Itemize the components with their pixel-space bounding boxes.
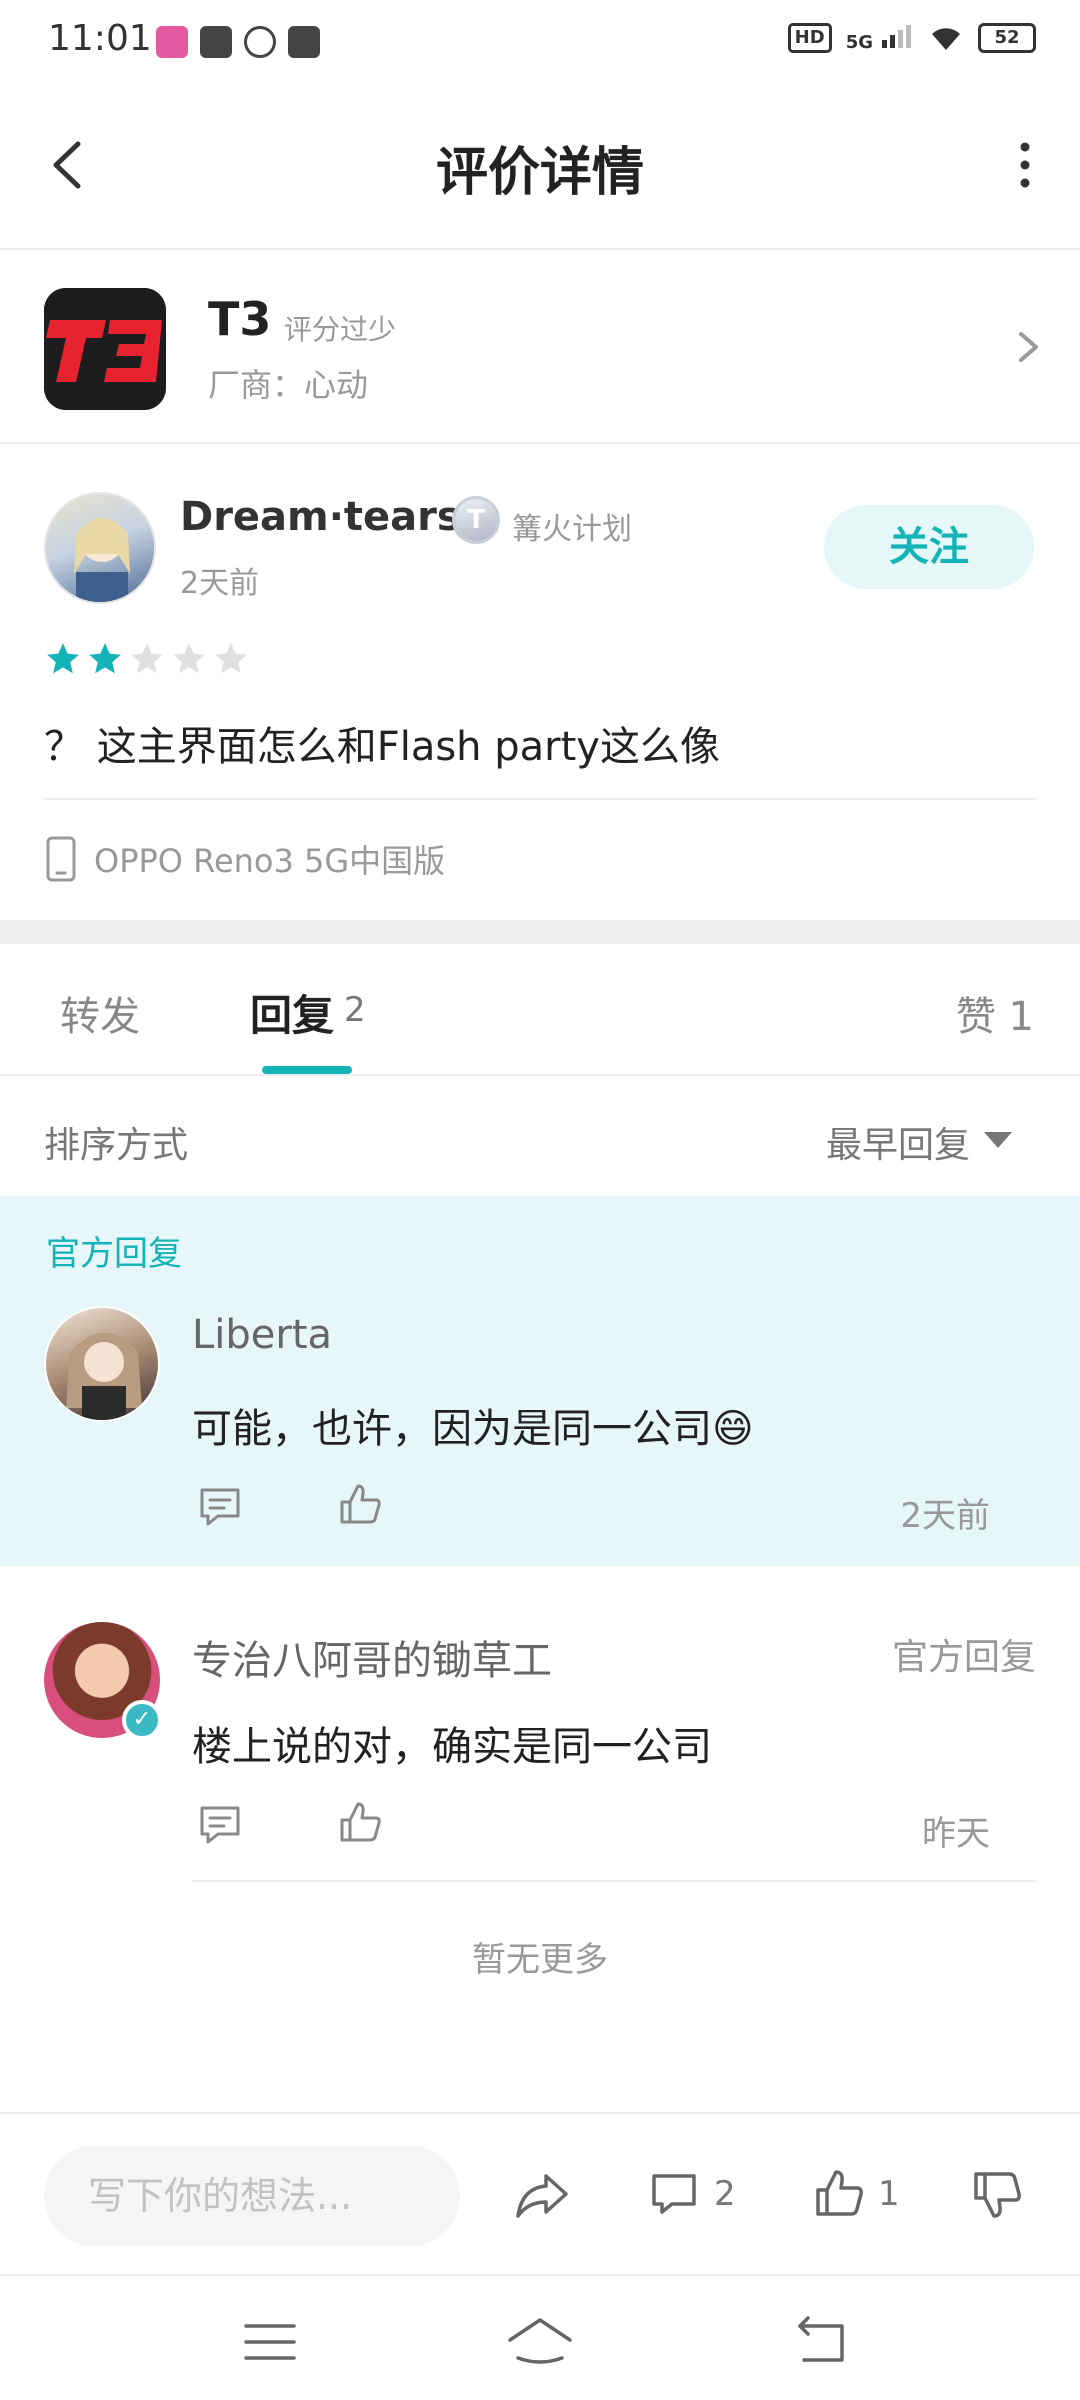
game-vendor: 厂商：心动 [208,366,369,404]
system-back-icon[interactable] [794,2316,850,2366]
thumbs-up-icon[interactable] [336,1798,384,1846]
device-name: OPPO Reno3 5G中国版 [94,842,446,880]
top-app-bar: 评价详情 [0,80,1080,250]
game-icon [44,288,166,410]
comment-icon[interactable] [196,1800,244,1848]
star-empty-icon [131,643,163,674]
official-reply-tag: 官方回复 [891,1637,1036,1678]
network-type: 5G [845,32,873,53]
comment-count: 2 [714,2174,736,2214]
signal-bars-icon [882,25,911,48]
like-count: 1 [878,2174,900,2214]
phone-icon [46,836,76,882]
share-icon[interactable] [512,2170,572,2222]
sort-dropdown[interactable]: 最早回复 [826,1116,970,1168]
reply-time: 2天前 [900,1496,990,1536]
comment-input[interactable]: 写下你的想法... [44,2146,460,2246]
no-more-text: 暂无更多 [472,1940,608,1980]
game-card[interactable]: T3 评分过少 厂商：心动 [0,252,1080,444]
rating-stars [44,640,250,678]
recent-apps-icon[interactable] [242,2320,298,2364]
official-reply: 官方回复 Liberta 可能，也许，因为是同一公司😄 2天前 [0,1196,1080,1566]
verified-check-icon: ✓ [122,1700,162,1740]
comment-icon[interactable] [196,1482,244,1530]
reply-author[interactable]: 专治八阿哥的锄草工 [192,1628,552,1686]
thumbs-up-icon[interactable] [812,2166,866,2220]
reply-author[interactable]: Liberta [192,1312,332,1358]
status-bar: 11:01 HD 5G 52 [0,0,1080,80]
star-empty-icon [173,643,205,674]
thumbs-down-icon[interactable] [970,2168,1024,2222]
star-empty-icon [215,643,247,674]
reply-avatar[interactable] [44,1306,160,1422]
tab-forward[interactable]: 转发 [60,984,140,1042]
sort-label: 排序方式 [44,1125,189,1166]
divider [44,798,1036,800]
tab-reply-count: 2 [344,990,366,1030]
bottom-action-bar: 写下你的想法... 2 1 [0,2112,1080,2272]
more-vertical-icon[interactable] [1000,135,1050,195]
active-tab-indicator [262,1066,352,1074]
badge-title: 篝火计划 [512,512,632,547]
signal-icon: 5G [846,22,914,54]
review-time: 2天前 [180,566,260,601]
divider [192,1880,1036,1882]
level-badge: T [452,496,500,544]
official-reply-tag: 官方回复 [46,1234,182,1274]
reply-text: 可能，也许，因为是同一公司😄 [192,1406,754,1452]
weibo-notification-icon [244,26,276,58]
tab-likes[interactable]: 赞 1 [956,984,1034,1042]
star-filled-icon [89,643,121,674]
hd-badge: HD [787,23,832,53]
anime-avatar-image [74,518,130,602]
play-notification-icon [288,26,320,58]
battery-indicator: 52 [978,23,1036,53]
chevron-right-icon [1019,332,1038,362]
page-title: 评价详情 [435,143,644,203]
caret-down-icon[interactable] [980,1128,1016,1152]
comment-icon[interactable] [648,2168,700,2220]
anime-avatar-image [66,1333,142,1420]
star-filled-icon [47,643,79,674]
tab-bar: 转发 回复 2 赞 1 [0,944,1080,1076]
follow-button[interactable]: 关注 [824,505,1034,589]
status-indicators: HD 5G 52 [787,22,1036,54]
thumbs-up-icon[interactable] [336,1480,384,1528]
wifi-icon [932,28,960,50]
reviewer-username[interactable]: Dream·tears [180,494,461,540]
reviewer-avatar[interactable] [44,492,156,604]
game-name: T3 [208,292,272,346]
bilibili-notification-icon [156,26,188,58]
system-nav-bar [0,2274,1080,2400]
scissors-notification-icon [200,26,232,58]
t3-logo-icon [44,288,166,410]
game-score-note: 评分过少 [284,313,397,346]
tab-reply[interactable]: 回复 [250,982,334,1043]
reply-text: 楼上说的对，确实是同一公司 [192,1724,712,1770]
status-time: 11:01 [48,18,152,59]
device-row: OPPO Reno3 5G中国版 [44,836,445,882]
reply-time: 昨天 [922,1814,990,1854]
home-icon[interactable] [504,2314,576,2366]
review-text: ？ 这主界面怎么和Flash party这么像 [44,724,720,770]
section-separator [0,920,1080,944]
